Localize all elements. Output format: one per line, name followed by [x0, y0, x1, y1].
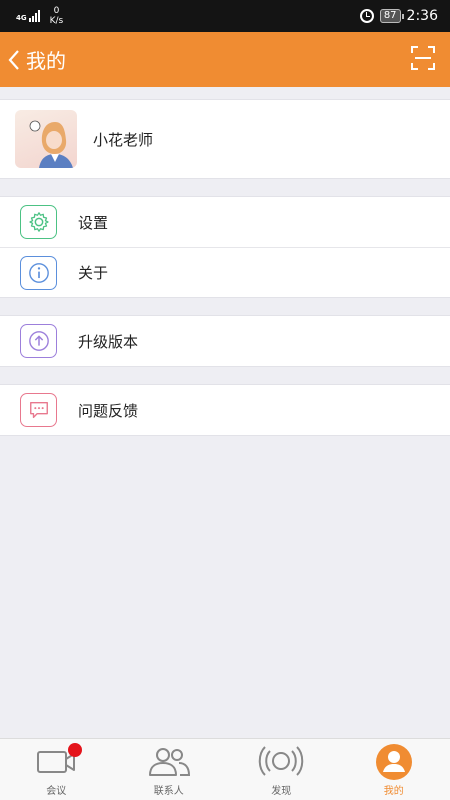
menu-item-feedback[interactable]: 问题反馈: [0, 385, 450, 435]
signal-icon: [28, 10, 40, 22]
page-title: 我的: [26, 49, 66, 73]
net-speed: 0 K/s: [49, 6, 64, 26]
menu-label-upgrade: 升级版本: [78, 332, 139, 351]
app-header: 我的: [0, 32, 450, 87]
chevron-left-icon: [8, 49, 19, 70]
message-icon: [20, 393, 57, 427]
alarm-icon: [359, 9, 374, 23]
avatar: [15, 110, 77, 168]
notification-badge: [68, 743, 83, 757]
tab-label-contacts: 联系人: [153, 786, 184, 797]
menu-item-upgrade[interactable]: 升级版本: [0, 316, 450, 366]
tab-label-meeting: 会议: [46, 786, 67, 797]
user-profile-icon: [375, 744, 412, 780]
gear-icon: [20, 205, 57, 239]
status-bar: 4G 0 K/s 87 2:36: [0, 0, 450, 32]
upgrade-icon: [20, 324, 57, 358]
menu-label-about: 关于: [78, 264, 109, 282]
menu-label-settings: 设置: [78, 213, 109, 232]
tab-meeting[interactable]: 会议: [0, 739, 113, 800]
tab-mine[interactable]: 我的: [338, 739, 450, 800]
tab-label-mine: 我的: [383, 786, 404, 797]
scan-button[interactable]: [410, 45, 436, 75]
menu-group-1: 设置 关于: [0, 196, 450, 298]
clock: 2:36: [406, 8, 438, 24]
menu-label-feedback: 问题反馈: [78, 401, 139, 420]
menu-item-about[interactable]: 关于: [0, 247, 450, 297]
broadcast-icon: [259, 746, 304, 776]
tab-contacts[interactable]: 联系人: [113, 739, 226, 800]
scan-icon: [411, 45, 435, 70]
info-icon: [20, 255, 57, 290]
menu-group-2: 升级版本: [0, 315, 450, 367]
contacts-icon: [148, 748, 190, 776]
back-button[interactable]: 我的: [6, 45, 66, 74]
network-type: 4G: [16, 14, 27, 22]
menu-group-3: 问题反馈: [0, 384, 450, 436]
profile-name: 小花老师: [93, 130, 154, 149]
tab-label-discover: 发现: [271, 786, 292, 797]
menu-item-settings[interactable]: 设置: [0, 197, 450, 247]
tab-discover[interactable]: 发现: [225, 739, 338, 800]
profile-card[interactable]: 小花老师: [0, 99, 450, 179]
battery-indicator: 87: [379, 9, 404, 23]
bottom-tab-bar: 会议 联系人 发现 我的: [0, 738, 450, 800]
